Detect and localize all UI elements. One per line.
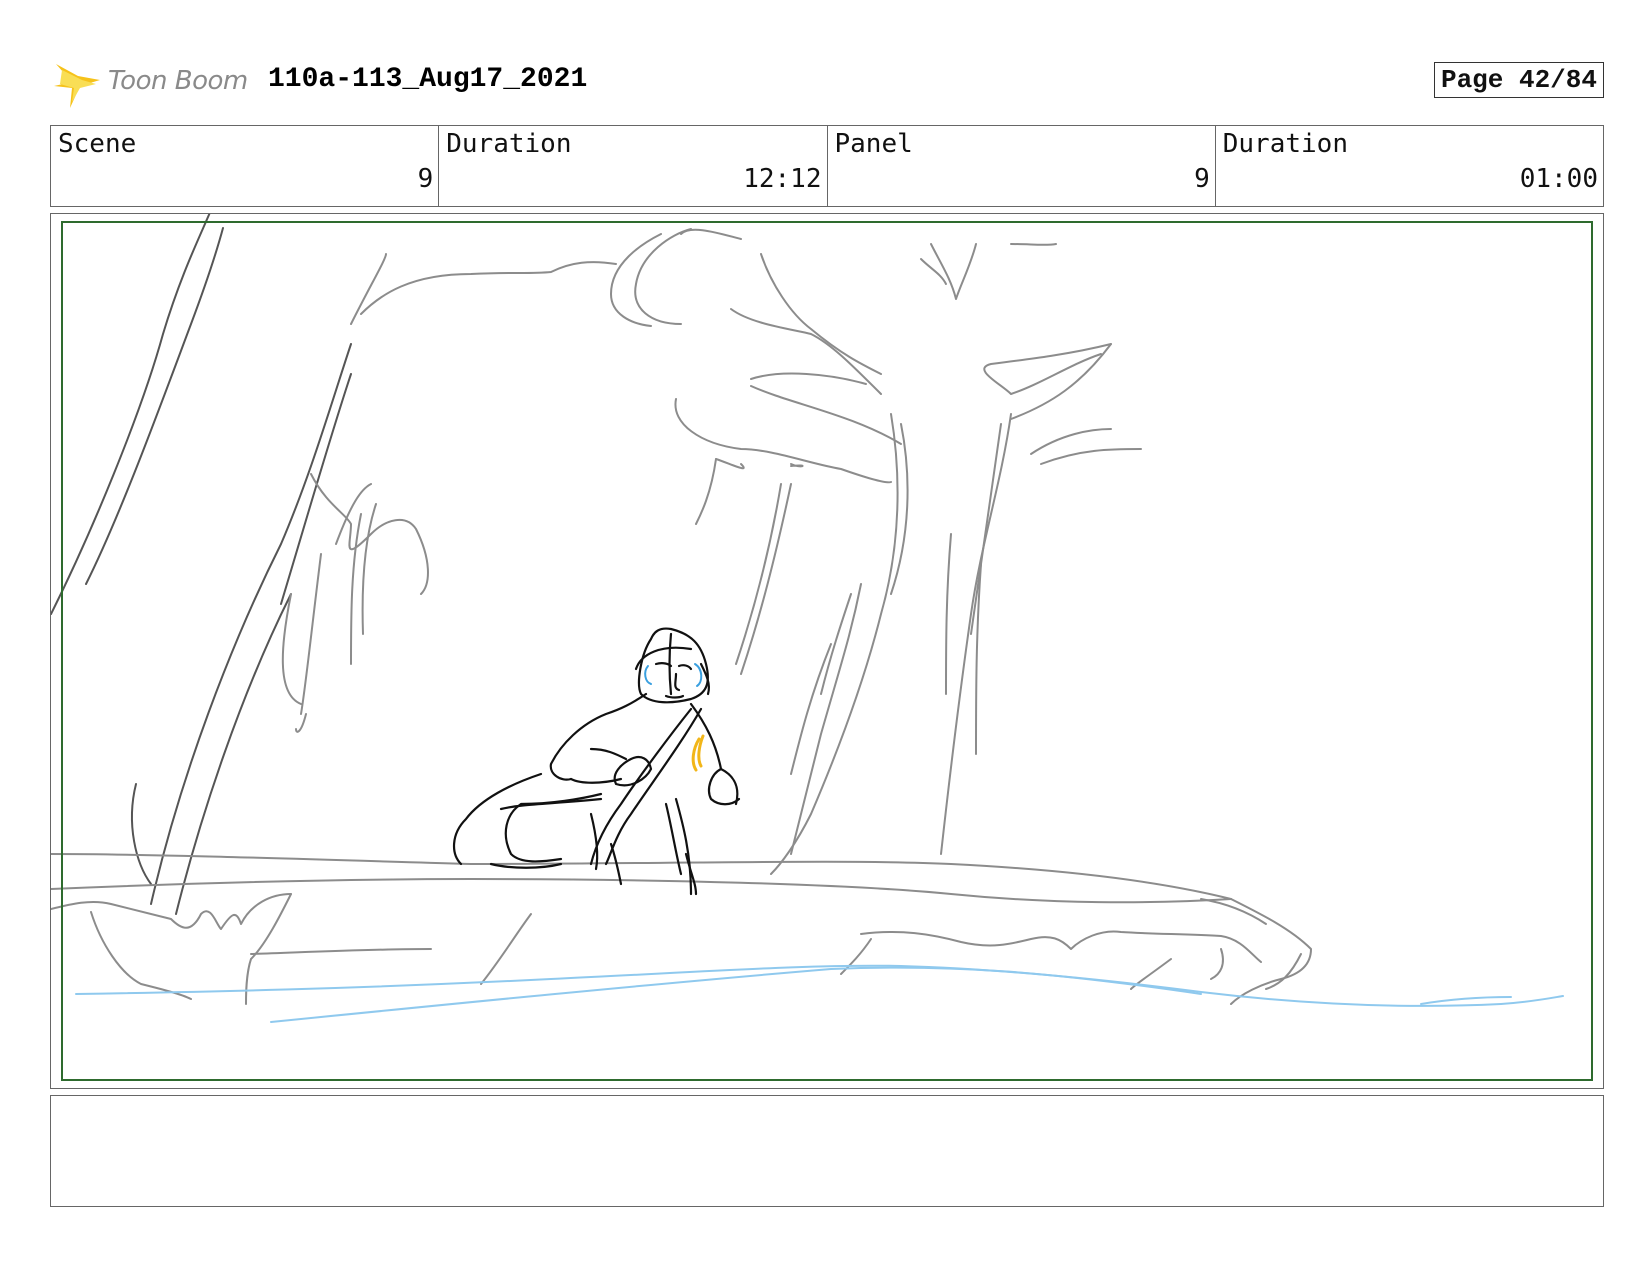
page-header: Toon Boom 110a-113_Aug17_2021 Page 42/84 (52, 56, 1604, 110)
project-title: 110a-113_Aug17_2021 (268, 64, 588, 95)
scene-cell: Scene 9 (51, 126, 440, 206)
caption-box[interactable] (50, 1095, 1604, 1207)
starburst-icon (54, 64, 100, 108)
panel-value: 9 (1194, 164, 1210, 194)
panel-duration-value: 01:00 (1519, 164, 1598, 194)
scene-label: Scene (58, 129, 137, 159)
scene-duration-value: 12:12 (743, 164, 822, 194)
scene-value: 9 (417, 164, 434, 194)
panel-cell: Panel 9 (828, 126, 1216, 206)
page-indicator: Page 42/84 (1433, 62, 1604, 98)
panel-duration-cell: Duration 01:00 (1216, 126, 1603, 206)
panel-duration-label: Duration (1222, 129, 1348, 159)
scene-duration-label: Duration (446, 129, 572, 159)
safe-area-frame (61, 221, 1593, 1081)
toon-boom-logo: Toon Boom (52, 56, 252, 110)
panel-label: Panel (834, 129, 913, 159)
scene-info-table: Scene 9 Duration 12:12 Panel 9 Duration … (50, 125, 1604, 207)
scene-duration-cell: Duration 12:12 (439, 126, 828, 206)
logo-text: Toon Boom (108, 66, 248, 96)
